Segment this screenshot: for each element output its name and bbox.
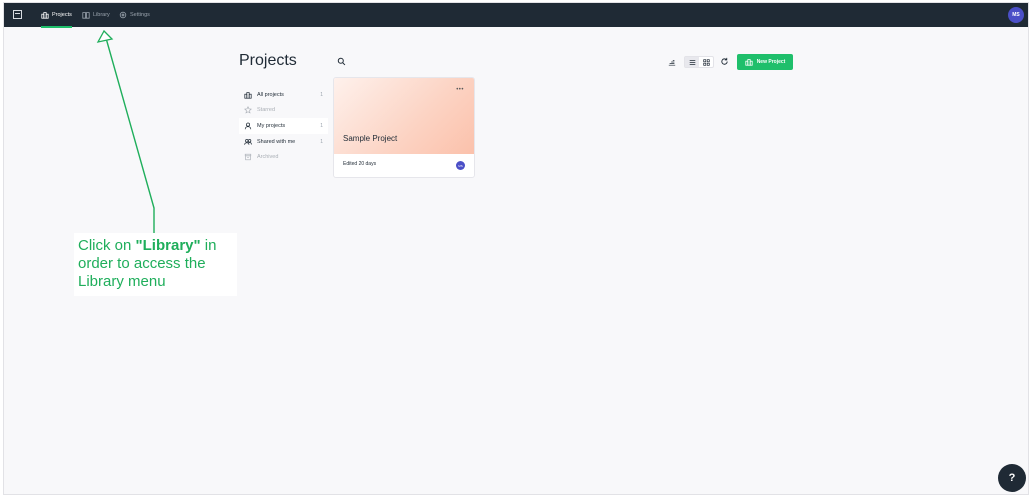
help-button[interactable]: ?	[998, 464, 1026, 492]
refresh-icon[interactable]	[720, 57, 729, 66]
project-title: Sample Project	[343, 134, 398, 143]
projects-icon	[745, 59, 753, 66]
nav-projects[interactable]: Projects	[41, 3, 72, 28]
sidebar-item-all-projects[interactable]: All projects 1	[239, 87, 328, 103]
top-navbar: Projects Library Settings MS	[4, 3, 1028, 28]
owner-avatar: MS	[456, 161, 465, 170]
sidebar-item-label: All projects	[257, 91, 284, 98]
app-window: Projects Library Settings MS Projects Ne…	[3, 2, 1029, 495]
buildings-icon	[244, 92, 252, 99]
list-view-button[interactable]	[685, 57, 699, 67]
annotation-text-strong: "Library"	[135, 237, 201, 254]
project-edited-text: Edited 20 days	[343, 161, 377, 167]
nav-settings[interactable]: Settings	[119, 3, 150, 27]
annotation-text-pre: Click on	[78, 237, 136, 254]
star-icon	[244, 106, 252, 114]
view-toggle	[684, 56, 714, 68]
new-project-button[interactable]: New Project	[737, 54, 793, 70]
sidebar-item-starred[interactable]: Starred	[239, 103, 328, 119]
grid-view-button[interactable]	[699, 57, 713, 67]
sidebar-item-archived[interactable]: Archived	[239, 149, 328, 165]
sidebar-item-count: 1	[320, 91, 323, 98]
more-options-icon[interactable]: •••	[456, 87, 464, 93]
sidebar-item-label: Shared with me	[257, 138, 296, 145]
nav-projects-label: Projects	[52, 12, 72, 18]
archive-icon	[244, 154, 252, 161]
projects-icon	[41, 12, 49, 19]
nav-library[interactable]: Library	[82, 3, 110, 27]
app-logo-icon[interactable]	[13, 10, 22, 19]
book-icon	[82, 12, 90, 19]
search-icon[interactable]	[337, 57, 346, 66]
sidebar-item-count: 1	[320, 138, 323, 145]
sidebar-item-label: Starred	[257, 107, 276, 114]
page-title: Projects	[239, 52, 297, 69]
project-card[interactable]: ••• Sample Project Edited 20 days MS	[333, 77, 475, 178]
new-project-label: New Project	[756, 59, 786, 65]
users-icon	[244, 138, 252, 145]
sort-icon[interactable]	[668, 58, 676, 66]
user-avatar[interactable]: MS	[1008, 7, 1024, 23]
nav-library-label: Library	[93, 12, 110, 18]
list-icon	[689, 59, 695, 65]
grid-icon	[702, 58, 710, 66]
annotation-callout: Click on "Library" in order to access th…	[74, 233, 237, 296]
sidebar-item-count: 1	[320, 122, 323, 129]
projects-sidebar: All projects 1 Starred My projects 1 Sha…	[239, 87, 328, 165]
gear-icon	[119, 11, 127, 19]
sidebar-item-shared-with-me[interactable]: Shared with me 1	[239, 134, 328, 150]
sidebar-item-label: Archived	[257, 154, 279, 161]
user-icon	[244, 122, 252, 130]
nav-settings-label: Settings	[130, 12, 150, 18]
sidebar-item-label: My projects	[257, 122, 286, 129]
sidebar-item-my-projects[interactable]: My projects 1	[239, 118, 328, 134]
